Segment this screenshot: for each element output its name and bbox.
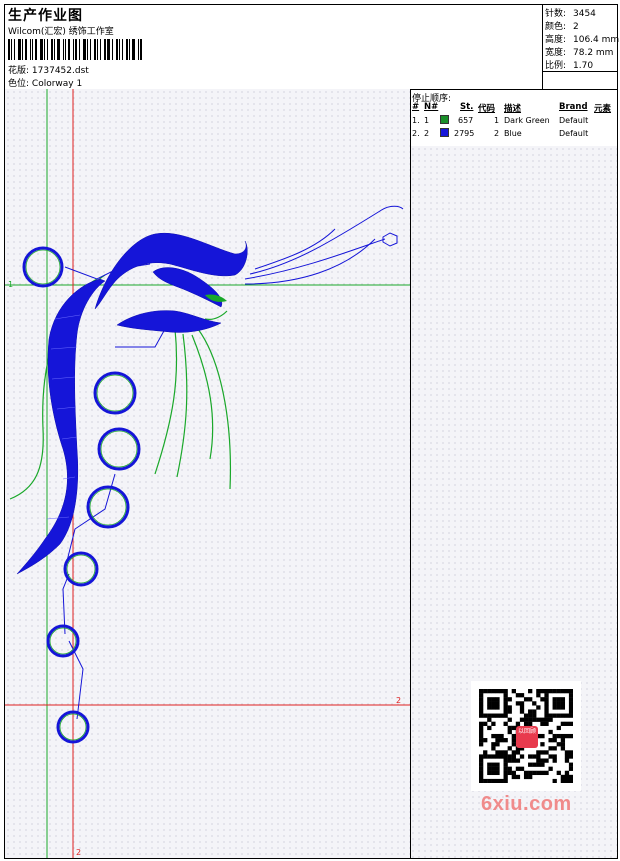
color-swatch xyxy=(440,115,449,124)
barcode xyxy=(8,39,146,60)
stat-width: 宽度: 78.2 mm xyxy=(545,48,614,58)
col-header-brand: Brand xyxy=(559,102,588,112)
stat-scale: 比例: 1.70 xyxy=(545,61,594,71)
col-header-stitches: St. xyxy=(460,102,474,112)
stop-sequence-panel: 停止顺序: # N# St. 代码 描述 Brand 元素 1. 1 657 1… xyxy=(410,89,617,147)
bead-circle xyxy=(93,371,137,415)
bead-circle xyxy=(63,551,99,587)
red-marker-v-label: 2 xyxy=(76,848,81,857)
qr-center-badge: 以回顾 xyxy=(516,726,538,748)
row-num: 2. xyxy=(412,129,420,138)
bead-circle xyxy=(86,485,130,529)
production-sheet: 生产作业图 Wilcom(汇宏) 绣饰工作室 花版: 1737452.dst 色… xyxy=(4,4,620,859)
bead-circle xyxy=(97,427,141,471)
design-canvas[interactable]: 1 2 2 xyxy=(5,89,411,858)
colorway-line: 色位: Colorway 1 xyxy=(8,76,82,89)
col-header-n: N# xyxy=(424,102,439,112)
bead-circle xyxy=(22,246,64,288)
stats-divider xyxy=(543,71,618,72)
row-desc: Dark Green xyxy=(504,116,550,125)
watermark-text: 6xiu.com xyxy=(481,793,572,815)
row-desc: Blue xyxy=(504,129,522,138)
row-stitches: 657 xyxy=(458,116,474,125)
row-code: 1 xyxy=(494,116,500,125)
sheet-header: 生产作业图 Wilcom(汇宏) 绣饰工作室 花版: 1737452.dst 色… xyxy=(5,5,620,90)
row-num: 1. xyxy=(412,116,420,125)
col-header-code: 代码 xyxy=(478,104,496,114)
col-header-num: # xyxy=(412,102,420,112)
col-header-desc: 描述 xyxy=(504,104,522,114)
qr-code: 以回顾 xyxy=(471,681,581,791)
row-n: 2 xyxy=(424,129,430,138)
stat-colors: 颜色: 2 xyxy=(545,22,579,32)
green-stems xyxy=(9,274,232,500)
green-marker-label: 1 xyxy=(8,280,13,289)
row-brand: Default xyxy=(559,129,589,138)
design-value: 1737452.dst xyxy=(31,66,89,76)
embroidery-design: 1 2 2 xyxy=(5,89,410,858)
row-stitches: 2795 xyxy=(454,129,475,138)
design-label: 花版: xyxy=(8,66,30,76)
row-n: 1 xyxy=(424,116,430,125)
colorway-value: Colorway 1 xyxy=(31,79,83,89)
row-brand: Default xyxy=(559,116,589,125)
col-header-element: 元素 xyxy=(594,104,612,114)
stat-stitches: 针数: 3454 xyxy=(545,9,596,19)
design-line: 花版: 1737452.dst xyxy=(8,63,89,76)
design-stats: 针数: 3454 颜色: 2 高度: 106.4 mm 宽度: 78.2 mm 比例: 1… xyxy=(542,5,620,89)
color-swatch xyxy=(440,128,449,137)
colorway-label: 色位: xyxy=(8,79,30,89)
red-marker-h-label: 2 xyxy=(396,696,401,705)
row-code: 2 xyxy=(494,129,500,138)
sheet-title: 生产作业图 xyxy=(8,8,83,24)
stat-height: 高度: 106.4 mm xyxy=(545,35,620,45)
sheet-subtitle: Wilcom(汇宏) 绣饰工作室 xyxy=(8,27,114,37)
